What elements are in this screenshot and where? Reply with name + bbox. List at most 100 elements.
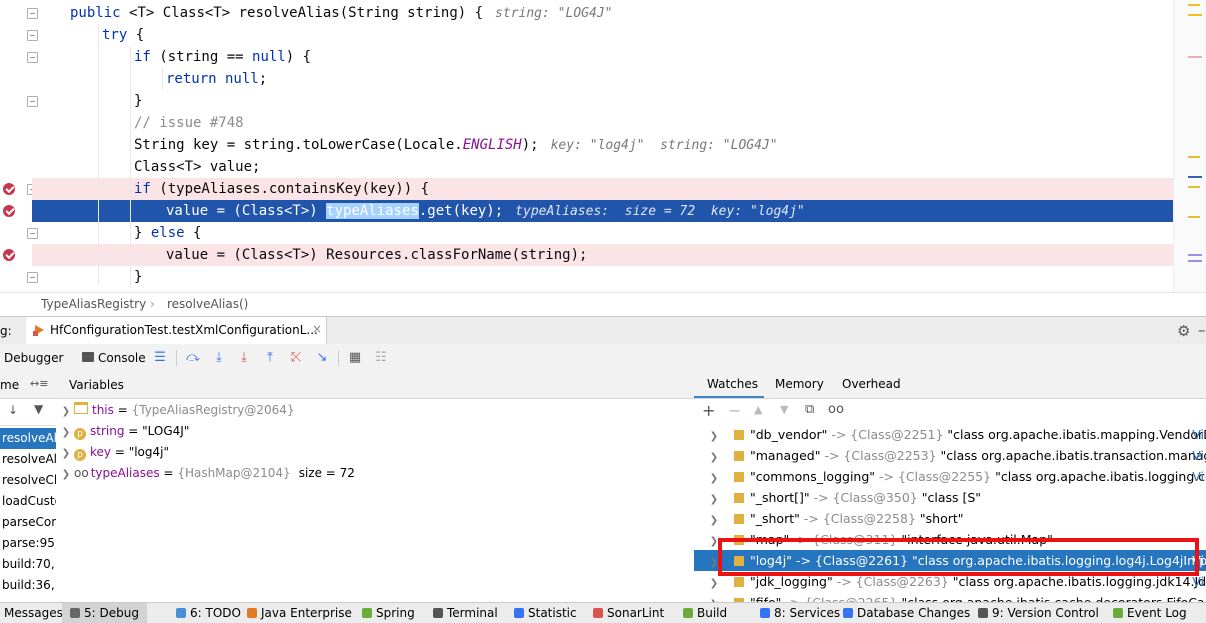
expand-icon[interactable]: ❯ [694, 489, 734, 508]
code-editor[interactable]: public <T> Class<T> resolveAlias(String … [0, 0, 1206, 292]
stack-frame[interactable]: build:36, S [0, 575, 56, 596]
move-up-icon[interactable]: ▲ [754, 403, 762, 416]
step-into-icon[interactable]: ⤓ [211, 350, 227, 366]
watch-row[interactable]: ❯ "commons_logging" -> {Class@2255} "class… [694, 466, 1206, 487]
stripe-mark[interactable] [1188, 14, 1202, 16]
stripe-mark[interactable] [1188, 254, 1202, 256]
code-line[interactable]: return null; [32, 68, 1174, 90]
stripe-mark[interactable] [1188, 176, 1202, 178]
step-over-icon[interactable]: ⤼ [185, 350, 201, 366]
tool-window-button[interactable]: 8: Services [760, 606, 840, 620]
tool-window-button[interactable]: Event Log [1113, 606, 1187, 620]
tool-window-button[interactable]: Database Changes [843, 606, 970, 620]
tool-window-button[interactable]: 9: Version Control [978, 606, 1099, 620]
code-line[interactable]: } [32, 266, 1174, 288]
glasses-icon[interactable]: oo [828, 402, 844, 417]
code-line[interactable]: Class<T> value; [32, 156, 1174, 178]
stripe-mark[interactable] [1188, 260, 1202, 262]
stack-frame[interactable]: resolveCla [0, 470, 56, 491]
tool-window-button[interactable]: Spring [362, 606, 415, 620]
watch-row[interactable]: ❯ "_short[]" -> {Class@350} "class [S" [694, 487, 1206, 508]
view-link[interactable]: Vi [1192, 424, 1204, 445]
tab-overhead[interactable]: Overhead [842, 377, 901, 391]
stack-frame[interactable]: resolveAli [0, 449, 56, 470]
evaluate-icon[interactable]: ▦ [347, 350, 363, 366]
filter-icon[interactable]: ▼ [34, 402, 43, 416]
expand-icon[interactable]: ❯ [58, 464, 74, 485]
stripe-mark[interactable] [1188, 4, 1200, 6]
filter-list-icon[interactable]: ↔≡ [30, 377, 48, 390]
expand-icon[interactable]: ❯ [58, 422, 74, 443]
tab-debugger[interactable]: Debugger [4, 351, 63, 365]
breadcrumb-method[interactable]: resolveAlias() [167, 297, 248, 311]
watch-row[interactable]: ❯ "_short" -> {Class@2258} "short" [694, 508, 1206, 529]
drop-frame-icon[interactable]: ⤪ [288, 350, 304, 366]
tool-window-button[interactable]: Build [683, 606, 727, 620]
code-line[interactable]: } [32, 90, 1174, 112]
run-to-cursor-icon[interactable]: ↘ [314, 350, 330, 366]
tool-window-button[interactable]: Terminal [433, 606, 498, 620]
code-line[interactable]: if (string == null) { [32, 46, 1174, 68]
stripe-mark[interactable] [1188, 216, 1200, 218]
stripe-mark[interactable] [1188, 156, 1200, 158]
stripe-mark[interactable] [1188, 56, 1202, 58]
code-line[interactable]: try { [32, 24, 1174, 46]
gear-icon[interactable]: ⚙ [1177, 322, 1190, 340]
stack-frame[interactable]: build:70, S [0, 554, 56, 575]
add-icon[interactable]: + [702, 401, 715, 420]
tool-window-button[interactable]: 5: Debug [62, 603, 147, 623]
tool-window-button[interactable]: Messages [4, 606, 63, 620]
code-line[interactable]: public <T> Class<T> resolveAlias(String … [32, 2, 1174, 24]
variable-row[interactable]: ❯ this = {TypeAliasRegistry@2064} [58, 400, 295, 421]
expand-icon[interactable]: ❯ [694, 447, 734, 466]
watch-row[interactable]: ❯ "managed" -> {Class@2253} "class org.apa… [694, 445, 1206, 466]
tool-window-button[interactable]: Statistic [514, 606, 577, 620]
minimize-icon[interactable]: – [1198, 321, 1206, 339]
expand-icon[interactable]: ❯ [58, 401, 74, 422]
remove-icon[interactable]: − [728, 401, 741, 420]
watch-row[interactable]: ❯ "db_vendor" -> {Class@2251} "class org.a… [694, 424, 1206, 445]
code-line[interactable]: } else { [32, 222, 1174, 244]
stripe-mark[interactable] [1188, 186, 1200, 188]
copy-icon[interactable]: ⧉ [805, 402, 814, 417]
close-icon[interactable]: × [312, 322, 322, 336]
step-out-icon[interactable]: ⤒ [262, 350, 278, 366]
expand-icon[interactable]: ❯ [694, 594, 734, 602]
view-link[interactable]: Vi [1192, 445, 1204, 466]
expand-icon[interactable]: ❯ [694, 426, 734, 445]
expand-icon[interactable]: ❯ [694, 510, 734, 529]
tab-debug-session[interactable]: HfConfigurationTest.testXmlConfiguration… [26, 317, 327, 345]
variable-row[interactable]: ❯ p string = "LOG4J" [58, 421, 189, 442]
force-step-into-icon[interactable]: ⤓ [236, 350, 252, 366]
stack-frame[interactable]: loadCusto [0, 491, 56, 512]
tab-memory[interactable]: Memory [775, 377, 824, 391]
stack-frame[interactable]: resolveAli [0, 428, 56, 449]
move-down-icon[interactable]: ▼ [780, 403, 788, 416]
breakpoint-icon[interactable] [3, 249, 15, 261]
trace-icon[interactable]: ☷ [373, 350, 389, 366]
expand-icon[interactable]: ❯ [58, 443, 74, 464]
tool-window-button[interactable]: Java Enterprise [247, 606, 352, 620]
arrow-down-icon[interactable]: ↓ [8, 403, 18, 417]
error-stripe[interactable] [1173, 0, 1206, 292]
code-line[interactable]: // issue #748 [32, 112, 1174, 134]
code-line[interactable]: String key = string.toLowerCase(Locale.E… [32, 134, 1174, 156]
breakpoint-icon[interactable] [3, 205, 15, 217]
tool-window-button[interactable]: 6: TODO [176, 606, 241, 620]
stack-frame[interactable]: parseCon [0, 512, 56, 533]
stack-frame[interactable]: parse:95, [0, 533, 56, 554]
breadcrumb-class[interactable]: TypeAliasRegistry [41, 297, 146, 311]
tab-watches[interactable]: Watches [707, 377, 758, 391]
current-execution-line[interactable]: value = (Class<T>) typeAliases.get(key);… [32, 200, 1174, 222]
code-line[interactable]: if (typeAliases.containsKey(key)) { [32, 178, 1174, 200]
watch-row[interactable]: ❯ "fifo" -> {Class@2265} "class org.apache… [694, 592, 1206, 602]
code-line[interactable]: value = (Class<T>) Resources.classForNam… [32, 244, 1174, 266]
variable-row[interactable]: ❯ p key = "log4j" [58, 442, 169, 463]
menu-icon[interactable]: ☰ [152, 350, 168, 366]
expand-icon[interactable]: ❯ [694, 468, 734, 487]
breakpoint-icon[interactable] [3, 183, 15, 195]
variable-row[interactable]: ❯ oo typeAliases = {HashMap@2104} size = 72 [58, 463, 355, 484]
tab-console[interactable]: Console [98, 351, 146, 365]
view-link[interactable]: Vi [1192, 466, 1204, 487]
tool-window-button[interactable]: SonarLint [593, 606, 664, 620]
